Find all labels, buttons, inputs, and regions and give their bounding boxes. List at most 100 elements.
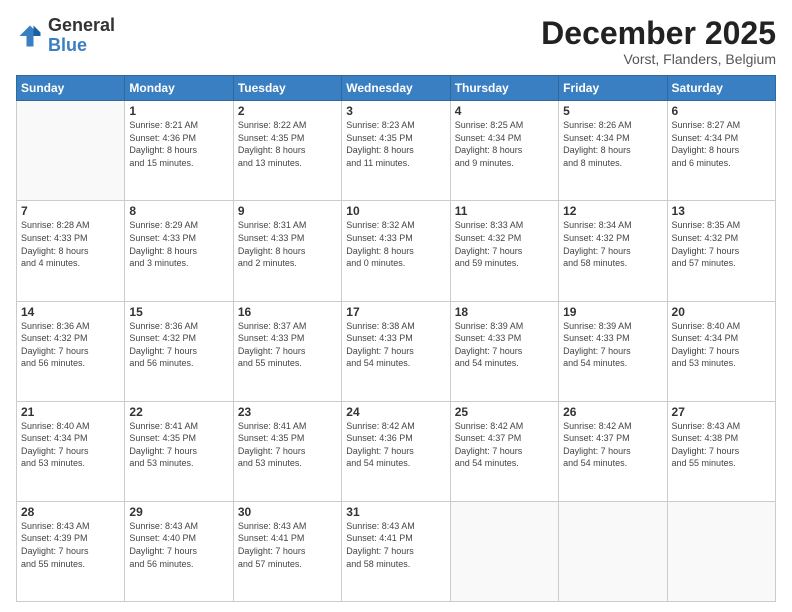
day-number: 13 — [672, 204, 771, 218]
day-number: 18 — [455, 305, 554, 319]
calendar-cell: 2Sunrise: 8:22 AM Sunset: 4:35 PM Daylig… — [233, 101, 341, 201]
day-info: Sunrise: 8:42 AM Sunset: 4:36 PM Dayligh… — [346, 420, 445, 470]
day-number: 31 — [346, 505, 445, 519]
day-number: 9 — [238, 204, 337, 218]
calendar-cell: 16Sunrise: 8:37 AM Sunset: 4:33 PM Dayli… — [233, 301, 341, 401]
day-number: 2 — [238, 104, 337, 118]
calendar-cell — [667, 501, 775, 601]
day-info: Sunrise: 8:42 AM Sunset: 4:37 PM Dayligh… — [563, 420, 662, 470]
calendar-cell: 8Sunrise: 8:29 AM Sunset: 4:33 PM Daylig… — [125, 201, 233, 301]
day-info: Sunrise: 8:40 AM Sunset: 4:34 PM Dayligh… — [672, 320, 771, 370]
day-number: 30 — [238, 505, 337, 519]
day-number: 28 — [21, 505, 120, 519]
location-subtitle: Vorst, Flanders, Belgium — [541, 51, 776, 67]
calendar-cell: 3Sunrise: 8:23 AM Sunset: 4:35 PM Daylig… — [342, 101, 450, 201]
day-number: 12 — [563, 204, 662, 218]
day-info: Sunrise: 8:42 AM Sunset: 4:37 PM Dayligh… — [455, 420, 554, 470]
day-header-tuesday: Tuesday — [233, 76, 341, 101]
day-info: Sunrise: 8:34 AM Sunset: 4:32 PM Dayligh… — [563, 219, 662, 269]
calendar-cell: 22Sunrise: 8:41 AM Sunset: 4:35 PM Dayli… — [125, 401, 233, 501]
day-info: Sunrise: 8:43 AM Sunset: 4:41 PM Dayligh… — [238, 520, 337, 570]
calendar-cell: 31Sunrise: 8:43 AM Sunset: 4:41 PM Dayli… — [342, 501, 450, 601]
day-info: Sunrise: 8:25 AM Sunset: 4:34 PM Dayligh… — [455, 119, 554, 169]
day-number: 4 — [455, 104, 554, 118]
title-block: December 2025 Vorst, Flanders, Belgium — [541, 16, 776, 67]
day-number: 5 — [563, 104, 662, 118]
calendar-table: SundayMondayTuesdayWednesdayThursdayFrid… — [16, 75, 776, 602]
logo: General Blue — [16, 16, 115, 56]
day-info: Sunrise: 8:29 AM Sunset: 4:33 PM Dayligh… — [129, 219, 228, 269]
calendar-cell: 19Sunrise: 8:39 AM Sunset: 4:33 PM Dayli… — [559, 301, 667, 401]
calendar-cell: 23Sunrise: 8:41 AM Sunset: 4:35 PM Dayli… — [233, 401, 341, 501]
calendar-cell: 4Sunrise: 8:25 AM Sunset: 4:34 PM Daylig… — [450, 101, 558, 201]
day-info: Sunrise: 8:43 AM Sunset: 4:41 PM Dayligh… — [346, 520, 445, 570]
day-info: Sunrise: 8:39 AM Sunset: 4:33 PM Dayligh… — [563, 320, 662, 370]
day-info: Sunrise: 8:37 AM Sunset: 4:33 PM Dayligh… — [238, 320, 337, 370]
day-info: Sunrise: 8:39 AM Sunset: 4:33 PM Dayligh… — [455, 320, 554, 370]
calendar-cell: 7Sunrise: 8:28 AM Sunset: 4:33 PM Daylig… — [17, 201, 125, 301]
calendar-cell: 26Sunrise: 8:42 AM Sunset: 4:37 PM Dayli… — [559, 401, 667, 501]
day-header-monday: Monday — [125, 76, 233, 101]
day-number: 11 — [455, 204, 554, 218]
logo-general-text: General — [48, 16, 115, 36]
day-info: Sunrise: 8:36 AM Sunset: 4:32 PM Dayligh… — [21, 320, 120, 370]
calendar-week-row: 21Sunrise: 8:40 AM Sunset: 4:34 PM Dayli… — [17, 401, 776, 501]
day-number: 1 — [129, 104, 228, 118]
logo-text: General Blue — [48, 16, 115, 56]
calendar-cell: 1Sunrise: 8:21 AM Sunset: 4:36 PM Daylig… — [125, 101, 233, 201]
day-info: Sunrise: 8:22 AM Sunset: 4:35 PM Dayligh… — [238, 119, 337, 169]
day-info: Sunrise: 8:26 AM Sunset: 4:34 PM Dayligh… — [563, 119, 662, 169]
calendar-cell: 6Sunrise: 8:27 AM Sunset: 4:34 PM Daylig… — [667, 101, 775, 201]
calendar-cell: 25Sunrise: 8:42 AM Sunset: 4:37 PM Dayli… — [450, 401, 558, 501]
calendar-cell: 20Sunrise: 8:40 AM Sunset: 4:34 PM Dayli… — [667, 301, 775, 401]
calendar-cell: 9Sunrise: 8:31 AM Sunset: 4:33 PM Daylig… — [233, 201, 341, 301]
day-info: Sunrise: 8:23 AM Sunset: 4:35 PM Dayligh… — [346, 119, 445, 169]
day-number: 26 — [563, 405, 662, 419]
day-info: Sunrise: 8:33 AM Sunset: 4:32 PM Dayligh… — [455, 219, 554, 269]
day-number: 16 — [238, 305, 337, 319]
calendar-cell: 15Sunrise: 8:36 AM Sunset: 4:32 PM Dayli… — [125, 301, 233, 401]
calendar-cell: 28Sunrise: 8:43 AM Sunset: 4:39 PM Dayli… — [17, 501, 125, 601]
day-info: Sunrise: 8:41 AM Sunset: 4:35 PM Dayligh… — [238, 420, 337, 470]
calendar-cell — [17, 101, 125, 201]
calendar-cell: 13Sunrise: 8:35 AM Sunset: 4:32 PM Dayli… — [667, 201, 775, 301]
calendar-week-row: 1Sunrise: 8:21 AM Sunset: 4:36 PM Daylig… — [17, 101, 776, 201]
calendar-cell: 5Sunrise: 8:26 AM Sunset: 4:34 PM Daylig… — [559, 101, 667, 201]
calendar-cell: 27Sunrise: 8:43 AM Sunset: 4:38 PM Dayli… — [667, 401, 775, 501]
day-info: Sunrise: 8:36 AM Sunset: 4:32 PM Dayligh… — [129, 320, 228, 370]
day-number: 24 — [346, 405, 445, 419]
day-header-friday: Friday — [559, 76, 667, 101]
month-title: December 2025 — [541, 16, 776, 51]
day-number: 22 — [129, 405, 228, 419]
main-container: General Blue December 2025 Vorst, Flande… — [0, 0, 792, 612]
day-number: 21 — [21, 405, 120, 419]
calendar-cell: 17Sunrise: 8:38 AM Sunset: 4:33 PM Dayli… — [342, 301, 450, 401]
day-header-wednesday: Wednesday — [342, 76, 450, 101]
day-number: 3 — [346, 104, 445, 118]
day-number: 23 — [238, 405, 337, 419]
calendar-cell: 12Sunrise: 8:34 AM Sunset: 4:32 PM Dayli… — [559, 201, 667, 301]
calendar-cell: 18Sunrise: 8:39 AM Sunset: 4:33 PM Dayli… — [450, 301, 558, 401]
calendar-week-row: 14Sunrise: 8:36 AM Sunset: 4:32 PM Dayli… — [17, 301, 776, 401]
day-info: Sunrise: 8:43 AM Sunset: 4:38 PM Dayligh… — [672, 420, 771, 470]
day-number: 29 — [129, 505, 228, 519]
day-info: Sunrise: 8:31 AM Sunset: 4:33 PM Dayligh… — [238, 219, 337, 269]
calendar-cell: 10Sunrise: 8:32 AM Sunset: 4:33 PM Dayli… — [342, 201, 450, 301]
day-info: Sunrise: 8:38 AM Sunset: 4:33 PM Dayligh… — [346, 320, 445, 370]
calendar-cell: 14Sunrise: 8:36 AM Sunset: 4:32 PM Dayli… — [17, 301, 125, 401]
header: General Blue December 2025 Vorst, Flande… — [16, 16, 776, 67]
day-header-saturday: Saturday — [667, 76, 775, 101]
day-number: 27 — [672, 405, 771, 419]
day-info: Sunrise: 8:43 AM Sunset: 4:39 PM Dayligh… — [21, 520, 120, 570]
calendar-week-row: 7Sunrise: 8:28 AM Sunset: 4:33 PM Daylig… — [17, 201, 776, 301]
calendar-cell: 30Sunrise: 8:43 AM Sunset: 4:41 PM Dayli… — [233, 501, 341, 601]
day-info: Sunrise: 8:40 AM Sunset: 4:34 PM Dayligh… — [21, 420, 120, 470]
calendar-cell — [559, 501, 667, 601]
logo-blue-text: Blue — [48, 36, 115, 56]
logo-icon — [16, 22, 44, 50]
day-number: 8 — [129, 204, 228, 218]
calendar-week-row: 28Sunrise: 8:43 AM Sunset: 4:39 PM Dayli… — [17, 501, 776, 601]
day-header-sunday: Sunday — [17, 76, 125, 101]
day-number: 25 — [455, 405, 554, 419]
calendar-cell: 29Sunrise: 8:43 AM Sunset: 4:40 PM Dayli… — [125, 501, 233, 601]
